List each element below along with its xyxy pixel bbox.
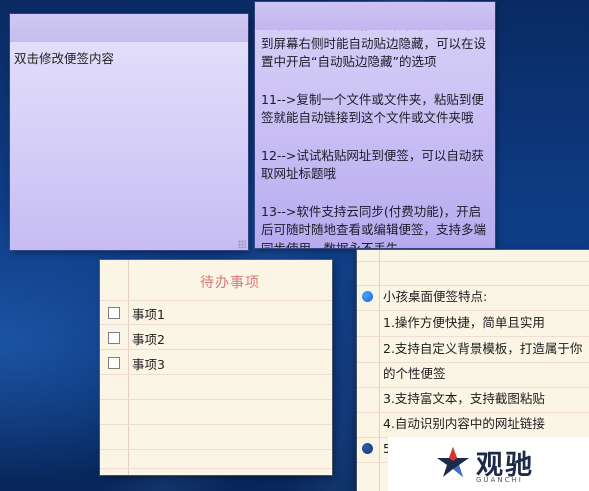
todo-item-label[interactable]: 事项1 [132,304,165,323]
rule-line [357,261,589,262]
feature-line: 小孩桌面便签特点: [383,289,488,304]
todo-item[interactable]: 事项2 [100,326,332,350]
todo-checkbox[interactable] [108,357,120,369]
tip-paragraph: 12-->试试粘贴网址到便签，可以自动获取网址标题哦 [261,147,484,182]
tip-paragraph: 11-->复制一个文件或文件夹，粘贴到便签就能自动链接到这个文件或文件夹哦 [261,91,484,126]
star-logo-icon [437,447,469,477]
margin-line [379,250,380,491]
resize-grip-icon[interactable] [238,240,246,248]
feature-line: 2.支持自定义背景模板，打造属于你 [383,341,583,356]
todo-item[interactable]: 事项3 [100,351,332,375]
rule-line [100,424,332,425]
sticky-note-todo[interactable]: 待办事项 事项1 事项2 事项3 [100,260,332,475]
note-title-bar[interactable] [255,2,495,30]
feature-line: 4.自动识别内容中的网址链接 [383,416,545,431]
bullet-icon [362,443,373,454]
note-content[interactable]: 双击修改便签内容 [10,42,248,73]
todo-checkbox[interactable] [108,307,120,319]
feature-line: 3.支持富文本，支持截图粘贴 [383,391,545,406]
sticky-note-editable[interactable]: 双击修改便签内容 [10,14,248,250]
watermark-logo: 观驰 GUANCHI [388,437,589,491]
todo-checkbox[interactable] [108,332,120,344]
rule-line [100,449,332,450]
tip-paragraph: 13-->软件支持云同步(付费功能)，开启后可随时随地查看或编辑便签，支持多端同… [261,203,487,249]
todo-title: 待办事项 [200,275,260,291]
todo-item[interactable]: 事项1 [100,301,332,325]
rule-line [100,399,332,400]
todo-item-label[interactable]: 事项2 [132,329,165,348]
note-tips-content[interactable]: 键菜单->贴边隐藏，如果常常拖便签移动到屏幕右侧时能自动贴边隐藏，可以在设置中开… [255,16,495,248]
rule-line [100,468,332,469]
todo-item-label[interactable]: 事项3 [132,354,165,373]
sticky-note-tips[interactable]: 键菜单->贴边隐藏，如果常常拖便签移动到屏幕右侧时能自动贴边隐藏，可以在设置中开… [255,2,495,248]
feature-line: 1.操作方便快捷，简单且实用 [383,315,545,330]
watermark-sub: GUANCHI [476,476,523,484]
note-title-bar[interactable] [10,14,248,42]
feature-line: 的个性便签 [383,366,446,381]
bullet-icon [362,291,373,302]
